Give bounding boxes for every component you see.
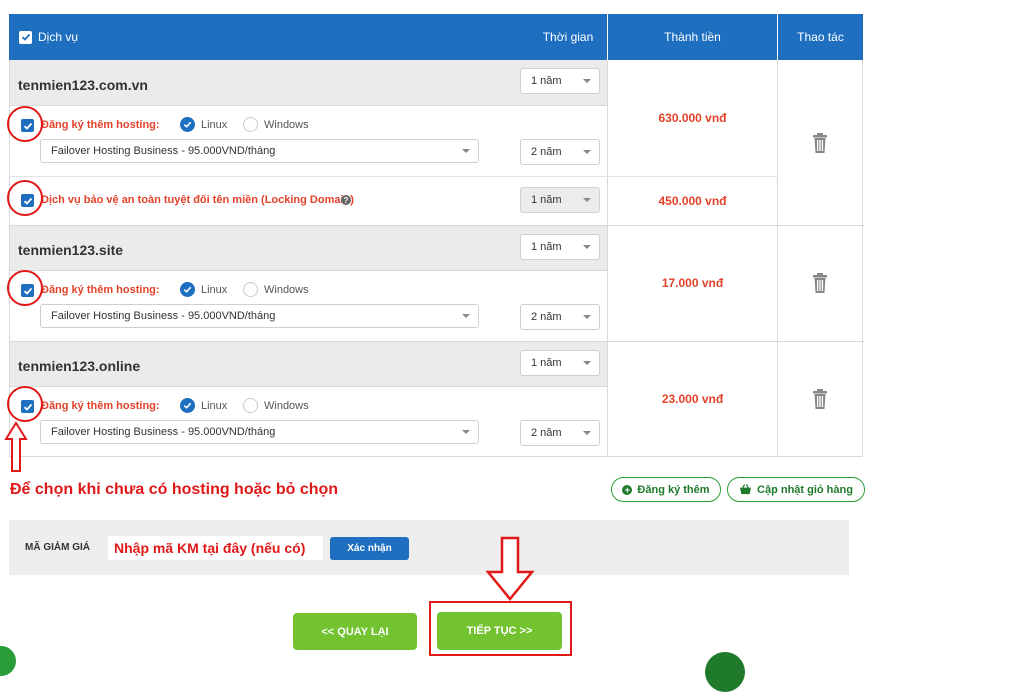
domain-name: tenmien123.com.vn: [18, 77, 148, 93]
domain-name: tenmien123.online: [18, 358, 141, 374]
period-value: 2 năm: [531, 146, 562, 158]
hosting-plan-value: Failover Hosting Business - 95.000VND/th…: [51, 145, 276, 157]
lock-row: Dịch vụ bảo vệ an toàn tuyệt đối tên miề…: [10, 177, 607, 225]
windows-label: Windows: [264, 119, 309, 131]
header-time-label: Thời gian: [542, 30, 594, 44]
period-value: 1 năm: [531, 194, 562, 206]
hosting-period-select[interactable]: 2 năm: [520, 139, 600, 165]
windows-label: Windows: [264, 284, 309, 296]
basket-icon: [739, 484, 752, 495]
confirm-button[interactable]: Xác nhận: [330, 537, 409, 560]
annotation-circle: [7, 180, 43, 216]
select-all-checkbox[interactable]: [19, 30, 32, 44]
continue-button[interactable]: TIẾP TỤC >>: [437, 612, 562, 650]
arrow-down-icon: [484, 536, 536, 602]
period-value: 1 năm: [531, 241, 562, 253]
domain-name: tenmien123.site: [18, 242, 124, 258]
windows-radio[interactable]: [243, 282, 258, 297]
annotation-circle: [7, 270, 43, 306]
price: 630.000 vnđ: [658, 111, 727, 125]
linux-radio[interactable]: [180, 282, 195, 297]
update-cart-label: Cập nhật giỏ hàng: [757, 483, 853, 496]
table-header: Dịch vụ Thời gian Thành tiền Thao tác: [9, 14, 863, 60]
header-action-label: Thao tác: [797, 30, 844, 44]
header-total: Thành tiền: [607, 14, 777, 60]
period-value: 2 năm: [531, 311, 562, 323]
annotation-circle: [7, 106, 43, 142]
header-total-label: Thành tiền: [664, 30, 721, 44]
lock-label: Dịch vụ bảo vệ an toàn tuyệt đối tên miề…: [41, 194, 354, 206]
linux-label: Linux: [201, 400, 228, 412]
arrow-up-icon: [4, 421, 28, 473]
coupon-bar: MÃ GIẢM GIÁ Nhập mã KM tại đây (nếu có) …: [9, 520, 849, 575]
chat-bubble-icon[interactable]: [0, 646, 16, 676]
phone-icon[interactable]: [705, 652, 745, 692]
trash-icon[interactable]: [812, 273, 828, 293]
windows-label: Windows: [264, 400, 309, 412]
coupon-label: MÃ GIẢM GIÁ: [25, 542, 90, 553]
hosting-label: Đăng ký thêm hosting:: [41, 284, 160, 296]
hosting-row: Đăng ký thêm hosting: Linux Windows Fail…: [10, 387, 607, 456]
annotation-note: Để chọn khi chưa có hosting hoặc bỏ chọn: [10, 481, 339, 498]
price: 23.000 vnđ: [661, 392, 724, 406]
cart-table: tenmien123.com.vn 1 năm Đăng ký thêm hos…: [9, 60, 864, 457]
linux-radio[interactable]: [180, 117, 195, 132]
hosting-plan-select[interactable]: Failover Hosting Business - 95.000VND/th…: [40, 139, 479, 163]
back-button[interactable]: << QUAY LẠI: [293, 613, 417, 650]
confirm-label: Xác nhận: [347, 543, 392, 554]
divider: [777, 60, 778, 456]
period-value: 2 năm: [531, 427, 562, 439]
linux-label: Linux: [201, 284, 228, 296]
trash-icon[interactable]: [812, 389, 828, 409]
continue-label: TIẾP TỤC >>: [466, 625, 533, 637]
domain-period-select[interactable]: 1 năm: [520, 350, 600, 376]
lock-price: 450.000 vnđ: [658, 194, 727, 208]
hosting-row: Đăng ký thêm hosting: Linux Windows Fail…: [10, 271, 607, 341]
hosting-row: Đăng ký thêm hosting: Linux Windows Fail…: [10, 106, 607, 176]
hosting-period-select[interactable]: 2 năm: [520, 420, 600, 446]
linux-radio[interactable]: [180, 398, 195, 413]
header-service: Dịch vụ: [9, 14, 529, 60]
annotation-circle: [7, 386, 43, 422]
register-more-label: Đăng ký thêm: [637, 483, 710, 496]
hosting-plan-select[interactable]: Failover Hosting Business - 95.000VND/th…: [40, 304, 479, 328]
hosting-label: Đăng ký thêm hosting:: [41, 400, 160, 412]
hosting-plan-value: Failover Hosting Business - 95.000VND/th…: [51, 426, 276, 438]
header-service-label: Dịch vụ: [38, 30, 79, 44]
period-value: 1 năm: [531, 75, 562, 87]
hosting-plan-select[interactable]: Failover Hosting Business - 95.000VND/th…: [40, 420, 479, 444]
linux-label: Linux: [201, 119, 228, 131]
update-cart-button[interactable]: Cập nhật giỏ hàng: [727, 477, 865, 502]
windows-radio[interactable]: [243, 398, 258, 413]
help-icon[interactable]: ?: [341, 195, 351, 205]
plus-circle-icon: +: [622, 484, 633, 495]
domain-period-select[interactable]: 1 năm: [520, 234, 600, 260]
lock-period-select: 1 năm: [520, 187, 600, 213]
trash-icon[interactable]: [812, 133, 828, 153]
header-time: Thời gian: [529, 14, 607, 60]
coupon-input[interactable]: Nhập mã KM tại đây (nếu có): [108, 536, 323, 560]
price: 17.000 vnđ: [661, 276, 724, 290]
period-value: 1 năm: [531, 357, 562, 369]
hosting-plan-value: Failover Hosting Business - 95.000VND/th…: [51, 310, 276, 322]
windows-radio[interactable]: [243, 117, 258, 132]
coupon-placeholder: Nhập mã KM tại đây (nếu có): [114, 540, 306, 556]
hosting-period-select[interactable]: 2 năm: [520, 304, 600, 330]
register-more-button[interactable]: + Đăng ký thêm: [611, 477, 721, 502]
back-label: << QUAY LẠI: [321, 625, 389, 638]
header-action: Thao tác: [777, 14, 863, 60]
hosting-label: Đăng ký thêm hosting:: [41, 119, 160, 131]
domain-period-select[interactable]: 1 năm: [520, 68, 600, 94]
